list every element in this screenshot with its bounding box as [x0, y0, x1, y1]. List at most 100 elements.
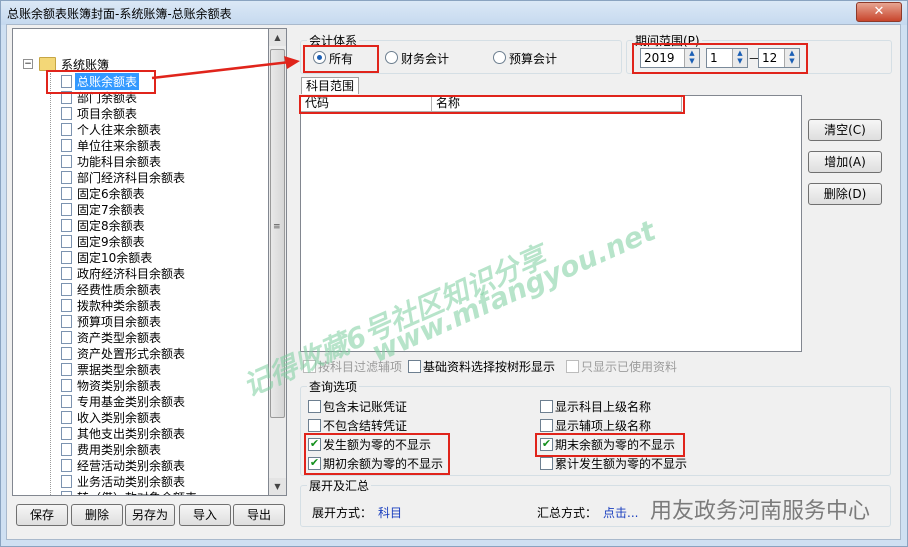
year-value: 2019	[644, 51, 675, 65]
document-icon	[61, 203, 72, 216]
document-icon	[61, 395, 72, 408]
period-from-spinner[interactable]: 1 ▲ ▼	[706, 48, 748, 68]
scroll-up-icon[interactable]: ▲	[269, 29, 286, 46]
clear-button[interactable]: 清空(C)	[808, 119, 882, 141]
document-icon	[61, 475, 72, 488]
tree-item-label: 政府经济科目余额表	[77, 267, 186, 281]
tree-scrollbar[interactable]: ▲ ≡ ▼	[268, 28, 287, 496]
expand-mode-link[interactable]: 科目	[378, 504, 402, 521]
period-to-value: 12	[762, 51, 778, 65]
tree-item-label: 资产处置形式余额表	[77, 347, 186, 361]
tree-item-label: 其他支出类别余额表	[77, 427, 186, 441]
document-icon	[61, 315, 72, 328]
only-used-label: 只显示已使用资料	[581, 360, 678, 374]
save-as-button[interactable]: 另存为	[125, 504, 175, 526]
document-icon	[61, 219, 72, 232]
tree-item-label: 专用基金类别余额表	[77, 395, 186, 409]
checkbox-icon	[308, 400, 321, 413]
tree-root-label: 系统账簿	[61, 58, 110, 72]
checkmark-icon: ✔	[308, 437, 321, 451]
query-option-label: 包含未记账凭证	[323, 400, 408, 414]
tree-item-label: 经营活动类别余额表	[77, 459, 186, 473]
document-icon	[61, 251, 72, 264]
query-option-label: 累计发生额为零的不显示	[555, 457, 688, 471]
export-button[interactable]: 导出	[233, 504, 285, 526]
tree-item-label: 固定6余额表	[77, 187, 145, 201]
tree-display-label: 基础资料选择按树形显示	[423, 360, 556, 374]
expand-mode-label: 展开方式：	[312, 506, 373, 520]
query-option-label: 显示辅项上级名称	[555, 419, 652, 433]
tree-item-label: 经费性质余额表	[77, 283, 162, 297]
accounting-system-legend: 会计体系	[307, 32, 360, 49]
delete-button[interactable]: 删除	[71, 504, 123, 526]
tree-item-label: 拨款种类余额表	[77, 299, 162, 313]
radio-financial-label: 财务会计	[401, 52, 450, 66]
document-icon	[61, 411, 72, 424]
tree-item-label: 业务活动类别余额表	[77, 475, 186, 489]
tree-item-label: 固定9余额表	[77, 235, 145, 249]
checkmark-icon: ✔	[308, 456, 321, 470]
tree-item-label: 固定8余额表	[77, 219, 145, 233]
annotation-arrow-icon	[151, 56, 300, 80]
tree-guide-line	[50, 73, 52, 495]
tree-item-label: 转（借）款对象余额表	[77, 489, 197, 495]
radio-budget-label: 预算会计	[509, 52, 558, 66]
folder-icon	[39, 57, 56, 71]
checkbox-icon	[540, 419, 553, 432]
tree-item-label: 固定7余额表	[77, 203, 145, 217]
query-option-label: 发生额为零的不显示	[323, 438, 432, 452]
title-bar: 总账余额表账簿封面-系统账簿-总账余额表 ✕	[1, 1, 907, 25]
tree-item-label: 资产类型余额表	[77, 331, 162, 345]
query-options-legend: 查询选项	[307, 378, 360, 395]
document-icon	[61, 139, 72, 152]
subject-range-list[interactable]: 代码 名称	[300, 95, 802, 352]
spin-arrows-icon[interactable]: ▲ ▼	[732, 49, 747, 67]
document-icon	[61, 267, 72, 280]
summary-mode-link[interactable]: 点击...	[603, 504, 638, 521]
spin-arrows-icon[interactable]: ▲ ▼	[784, 49, 799, 67]
tree-item-label: 部门经济科目余额表	[77, 171, 186, 185]
add-button[interactable]: 增加(A)	[808, 151, 882, 173]
checkbox-icon	[408, 360, 421, 373]
column-header-code[interactable]: 代码	[301, 96, 432, 112]
import-button[interactable]: 导入	[179, 504, 231, 526]
document-icon	[61, 235, 72, 248]
tree-item-label: 总账余额表	[75, 73, 140, 90]
document-icon	[61, 459, 72, 472]
tree-item-label: 固定10余额表	[77, 251, 153, 265]
tree-item-label: 项目余额表	[77, 107, 138, 121]
close-button[interactable]: ✕	[856, 2, 902, 22]
period-legend: 期间范围(P)	[633, 32, 702, 49]
collapse-icon[interactable]: −	[23, 59, 33, 69]
column-header-name[interactable]: 名称	[432, 96, 682, 112]
document-icon	[61, 107, 72, 120]
watermark-footer: 用友政务河南服务中心	[650, 499, 871, 524]
checkbox-icon	[308, 419, 321, 432]
spin-arrows-icon[interactable]: ▲ ▼	[684, 49, 699, 67]
tree-item-label: 单位往来余额表	[77, 139, 162, 153]
account-book-tree: − 系统账簿 总账余额表 部门余额表 项目余额表 个人往来余额表 单位往来余额表 功能科目…	[12, 28, 271, 496]
checkbox-icon	[303, 360, 316, 373]
document-icon	[61, 299, 72, 312]
query-option-label: 不包含结转凭证	[323, 419, 408, 433]
period-to-spinner[interactable]: 12 ▲ ▼	[758, 48, 800, 68]
tree-item-label: 物资类别余额表	[77, 379, 162, 393]
scroll-down-icon[interactable]: ▼	[269, 478, 286, 495]
document-icon	[61, 75, 72, 88]
tree-item-label: 票据类型余额表	[77, 363, 162, 377]
remove-button[interactable]: 删除(D)	[808, 183, 882, 205]
period-from-value: 1	[710, 51, 718, 65]
document-icon	[61, 379, 72, 392]
save-button[interactable]: 保存	[16, 504, 68, 526]
year-spinner[interactable]: 2019 ▲ ▼	[640, 48, 700, 68]
scroll-thumb[interactable]: ≡	[270, 49, 285, 418]
query-option-label: 期初余额为零的不显示	[323, 457, 444, 471]
checkbox-icon	[540, 457, 553, 470]
document-icon	[61, 283, 72, 296]
query-option-label: 显示科目上级名称	[555, 400, 652, 414]
radio-selected-icon	[313, 51, 326, 64]
document-icon	[61, 491, 72, 495]
tree-item-label: 预算项目余额表	[77, 315, 162, 329]
document-icon	[61, 187, 72, 200]
document-icon	[61, 171, 72, 184]
